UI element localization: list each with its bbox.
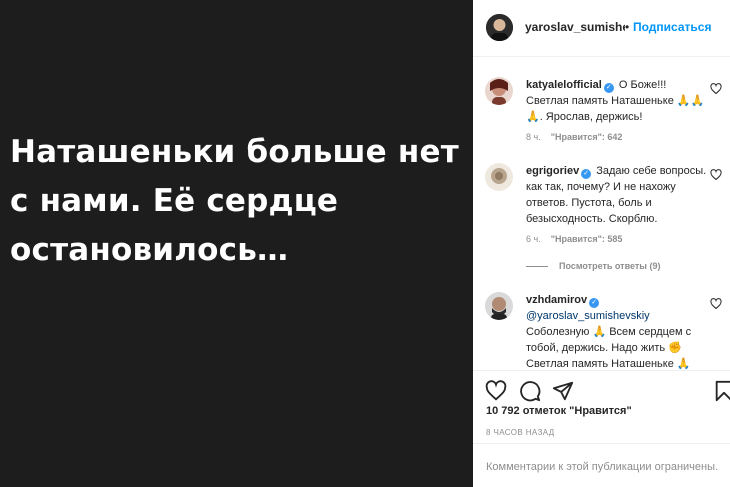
comment-username[interactable]: katyalelofficial [526,79,602,91]
comments-footer: Комментарии к этой публикации ограничены… [473,443,730,487]
view-replies-label: Посмотреть ответы (9) [559,261,661,271]
comment-text: Соболезную 🙏 Всем сердцем с тобой, держи… [526,326,692,370]
comment-mention[interactable]: @yaroslav_sumishevskiy [526,310,650,322]
comment-time: 8 ч. [526,132,541,142]
verified-badge-icon: ✓ [603,83,614,93]
comment-likes[interactable]: "Нравится": 642 [551,132,623,142]
separator-dot: • [625,20,630,34]
post-sidebar: yaroslav_sumishevskiy • Подписаться katy… [473,0,730,487]
like-comment-heart-icon[interactable] [710,83,722,95]
comment-time: 6 ч. [526,234,541,244]
verified-badge-icon: ✓ [589,298,600,308]
comment-username[interactable]: egrigoriev [526,165,579,177]
commenter-avatar[interactable] [485,77,513,105]
action-bar [473,370,730,410]
comment-body: katyalelofficial ✓ О Боже!!! Светлая памя… [526,77,708,125]
comment-meta: 8 ч. "Нравится": 642 [526,132,622,142]
view-replies-button[interactable]: Посмотреть ответы (9) [526,261,660,271]
heart-icon[interactable] [485,380,507,402]
post-header: yaroslav_sumishevskiy • Подписаться [473,0,730,57]
post-timestamp: 8 ЧАСОВ НАЗАД [486,428,555,437]
post-image-caption: Наташеньки больше нет с нами. Её сердце … [10,134,459,268]
commenter-avatar[interactable] [485,292,513,320]
commenter-avatar[interactable] [485,163,513,191]
bookmark-icon[interactable] [713,380,730,402]
like-comment-heart-icon[interactable] [710,298,722,310]
comment-meta: 6 ч. "Нравится": 585 [526,234,622,244]
verified-badge-icon: ✓ [581,169,592,179]
likes-count[interactable]: 10 792 отметок "Нравится" [486,405,632,417]
author-avatar[interactable] [486,14,513,41]
replies-divider [526,266,548,268]
comments-restricted-notice: Комментарии к этой публикации ограничены… [486,461,719,473]
comment-body: egrigoriev ✓ Задаю себе вопросы. как так,… [526,163,708,227]
post-image: Наташеньки больше нет с нами. Её сердце … [0,0,473,487]
comment-likes[interactable]: "Нравится": 585 [551,234,623,244]
comment-username[interactable]: vzhdamirov [526,294,587,306]
comment-body: vzhdamirov ✓ @yaroslav_sumishevskiy Собол… [526,292,708,372]
share-icon[interactable] [552,380,574,402]
comment-icon[interactable] [519,380,541,402]
follow-button[interactable]: Подписаться [633,20,711,34]
author-username[interactable]: yaroslav_sumishevskiy [525,20,625,34]
like-comment-heart-icon[interactable] [710,169,722,181]
